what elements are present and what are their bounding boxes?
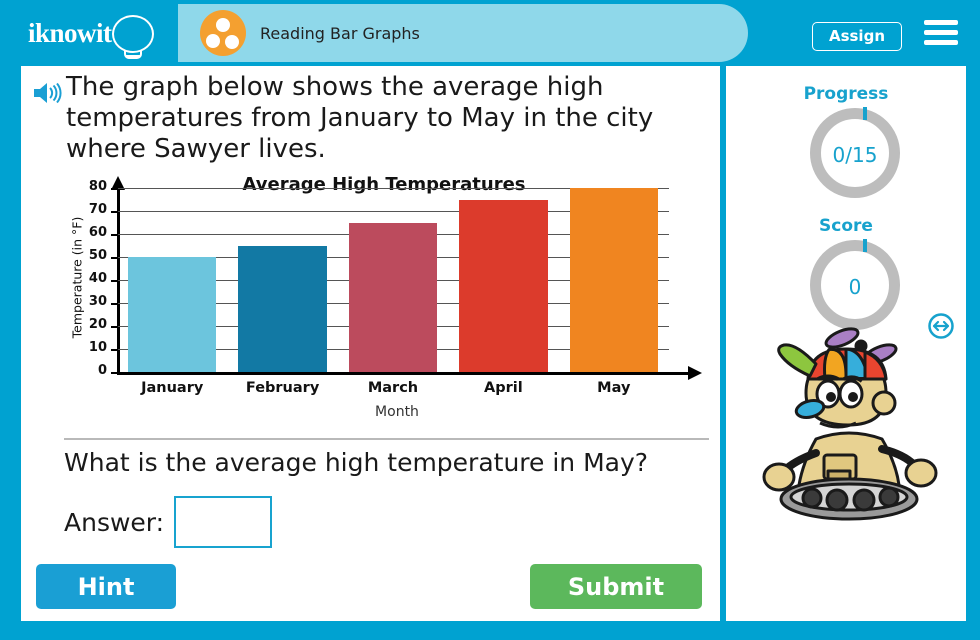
- resize-horizontal-icon[interactable]: [928, 313, 954, 339]
- three-dots-circle-icon: [200, 10, 246, 56]
- y-tick-mark: [111, 188, 118, 190]
- divider-line: [64, 438, 709, 440]
- app-root: iknowit Reading Bar Graphs Assign The gr…: [0, 0, 980, 640]
- content-card: The graph below shows the average high t…: [14, 66, 966, 621]
- lesson-title: Reading Bar Graphs: [260, 24, 420, 43]
- score-label: Score: [819, 216, 873, 236]
- y-tick-label: 20: [88, 317, 107, 332]
- answer-input[interactable]: [174, 496, 273, 548]
- y-tick-mark: [111, 257, 118, 259]
- assign-button[interactable]: Assign: [811, 22, 902, 51]
- left-accent-bar: [14, 66, 21, 621]
- progress-meter: 0/15: [810, 107, 900, 198]
- speaker-audio-icon[interactable]: [32, 81, 62, 105]
- x-category-label: January: [141, 380, 204, 396]
- hint-button[interactable]: Hint: [36, 564, 176, 609]
- y-tick-mark: [111, 303, 118, 305]
- y-tick-mark: [111, 280, 118, 282]
- chart-bar: [238, 245, 327, 372]
- y-tick-label: 40: [88, 271, 107, 286]
- y-tick-label: 80: [88, 179, 107, 194]
- question-text: What is the average high temperature in …: [64, 448, 649, 477]
- y-tick-mark: [111, 372, 118, 374]
- y-tick-mark: [111, 234, 118, 236]
- progress-tick-marker: [863, 107, 867, 120]
- x-category-label: March: [367, 380, 419, 396]
- y-tick-label: 50: [88, 248, 107, 263]
- chart-bar: [569, 188, 658, 372]
- y-tick-label: 60: [88, 225, 107, 240]
- lightbulb-icon: [112, 15, 154, 53]
- iknowit-logo[interactable]: iknowit: [24, 14, 174, 59]
- y-tick-label: 0: [97, 363, 107, 378]
- score-tick-marker: [863, 239, 867, 252]
- question-prompt-text: The graph below shows the average high t…: [66, 72, 654, 164]
- y-tick-mark: [111, 349, 118, 351]
- progress-label: Progress: [803, 84, 889, 104]
- app-header: iknowit Reading Bar Graphs Assign: [0, 0, 980, 66]
- score-value: 0: [848, 275, 862, 299]
- chart-bar: [459, 199, 548, 372]
- y-tick-mark: [111, 326, 118, 328]
- y-tick-mark: [111, 211, 118, 213]
- lesson-title-pill: Reading Bar Graphs: [178, 4, 748, 62]
- x-category-label: April: [484, 380, 523, 396]
- hamburger-menu-icon[interactable]: [924, 20, 958, 46]
- answer-label: Answer:: [64, 507, 165, 537]
- x-category-label: May: [597, 380, 631, 396]
- x-axis-arrow: [688, 366, 702, 380]
- lightbulb-filament-icon: [126, 55, 140, 57]
- robot-mascot-icon: [754, 321, 944, 526]
- status-sidebar: Progress 0/15 Score 0: [726, 66, 966, 621]
- answer-row: Answer:: [64, 496, 273, 548]
- submit-button[interactable]: Submit: [530, 564, 702, 609]
- score-meter: 0: [810, 239, 900, 330]
- chart-bar: [128, 257, 217, 372]
- x-axis-line: [117, 372, 690, 375]
- y-tick-label: 10: [88, 340, 107, 355]
- y-tick-label: 30: [88, 294, 107, 309]
- x-category-label: February: [245, 380, 320, 396]
- y-tick-label: 70: [88, 202, 107, 217]
- progress-value: 0/15: [832, 143, 878, 167]
- bar-chart: Average High Temperatures Temperature (i…: [59, 174, 709, 424]
- logo-text: iknowit: [28, 18, 112, 48]
- chart-bar: [348, 222, 438, 372]
- chart-x-axis-label: Month: [375, 404, 419, 420]
